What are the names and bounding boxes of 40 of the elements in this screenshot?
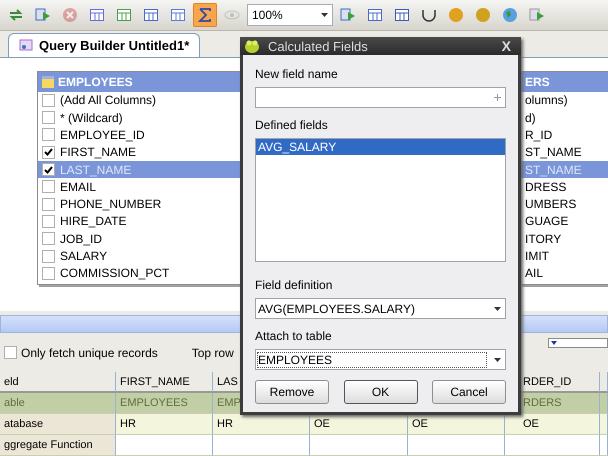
column-name: ITORY [525, 232, 562, 246]
column-name: GUAGE [525, 214, 568, 228]
row-header: atabase [0, 414, 116, 435]
column-name: EMPLOYEE_ID [60, 128, 145, 142]
grid-cell: OE [408, 414, 505, 435]
checkbox-label: Only fetch unique records [21, 346, 158, 360]
column-name: olumns) [525, 93, 568, 108]
column-name: * (Wildcard) [60, 110, 123, 125]
field-label: Attach to table [255, 329, 333, 343]
column-name: UMBERS [525, 197, 576, 212]
column-name: d) [525, 110, 536, 125]
column-name: FIRST_NAME [60, 145, 136, 160]
column-name: SALARY [60, 249, 108, 264]
row-header: ggregate Function [0, 435, 116, 456]
column-name: R_ID [525, 128, 552, 142]
column-name: PHONE_NUMBER [60, 197, 162, 212]
column-name: LAST_NAME [60, 162, 132, 177]
grid-cell: OE [310, 414, 408, 435]
field-label: Defined fields [255, 118, 329, 132]
column-name: COMMISSION_PCT [60, 266, 170, 280]
grid-cell: EMPLOYEES [116, 393, 213, 414]
field-label: Field definition [255, 278, 334, 292]
option-label: Top row [192, 346, 234, 360]
table-title: EMPLOYEES [58, 74, 133, 89]
column-name: IMIT [525, 249, 549, 264]
table-title: ERS [525, 74, 550, 89]
column-name: DRESS [525, 180, 566, 194]
row-header: able [0, 393, 116, 414]
column-name: ST_NAME [525, 145, 582, 160]
column-name: JOB_ID [60, 232, 102, 246]
grid-cell: HR [116, 414, 213, 435]
dialog-title: Calculated Fields [268, 38, 368, 54]
column-name: HIRE_DATE [60, 214, 126, 228]
grid-cell: OE [505, 414, 600, 435]
column-name: ST_NAME [525, 162, 582, 177]
grid-cell: HR [213, 414, 310, 435]
column-name: EMAIL [60, 180, 96, 194]
field-label: New field name [255, 67, 339, 81]
column-name: (Add All Columns) [60, 93, 156, 108]
column-name: AIL [525, 266, 544, 280]
